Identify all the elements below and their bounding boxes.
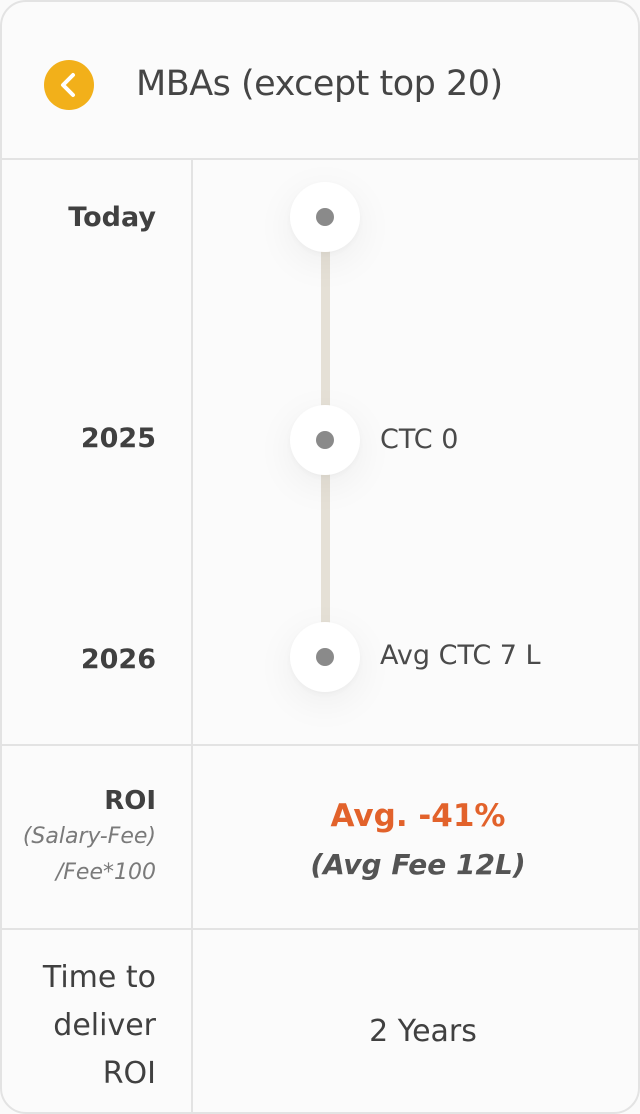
timeline-node xyxy=(290,405,360,475)
timeline-year-today: Today xyxy=(68,202,156,233)
chevron-left-icon xyxy=(61,73,75,97)
timeline-year-2025: 2025 xyxy=(80,423,156,454)
time-label-line1: Time to xyxy=(42,960,156,995)
time-label-line3: ROI xyxy=(102,1056,156,1091)
timeline-dot xyxy=(316,648,334,666)
ctc-2026-label: Avg CTC 7 L xyxy=(380,640,541,671)
timeline-node xyxy=(290,182,360,252)
time-to-roi-value: 2 Years xyxy=(369,1014,477,1049)
roi-avg-fee: (Avg Fee 12L) xyxy=(310,848,526,881)
roi-value: Avg. -41% xyxy=(330,798,506,834)
timeline-year-2026: 2026 xyxy=(80,644,156,675)
time-label-line2: deliver xyxy=(53,1008,156,1043)
page-title: MBAs (except top 20) xyxy=(136,64,503,104)
back-button[interactable] xyxy=(44,60,94,110)
timeline-node xyxy=(290,622,360,692)
header: MBAs (except top 20) xyxy=(2,2,638,160)
column-divider xyxy=(191,160,193,1112)
mba-roi-card: MBAs (except top 20) Today 2025 2026 CTC… xyxy=(0,0,640,1114)
ctc-2025-label: CTC 0 xyxy=(380,424,459,455)
roi-label: ROI xyxy=(104,786,156,816)
row-divider xyxy=(2,744,638,746)
roi-formula-line2: /Fee*100 xyxy=(55,860,156,885)
timeline-track xyxy=(321,470,330,624)
timeline-dot xyxy=(316,431,334,449)
roi-formula-line1: (Salary-Fee) xyxy=(22,824,156,849)
row-divider xyxy=(2,928,638,930)
timeline-dot xyxy=(316,208,334,226)
timeline-track xyxy=(321,246,330,408)
